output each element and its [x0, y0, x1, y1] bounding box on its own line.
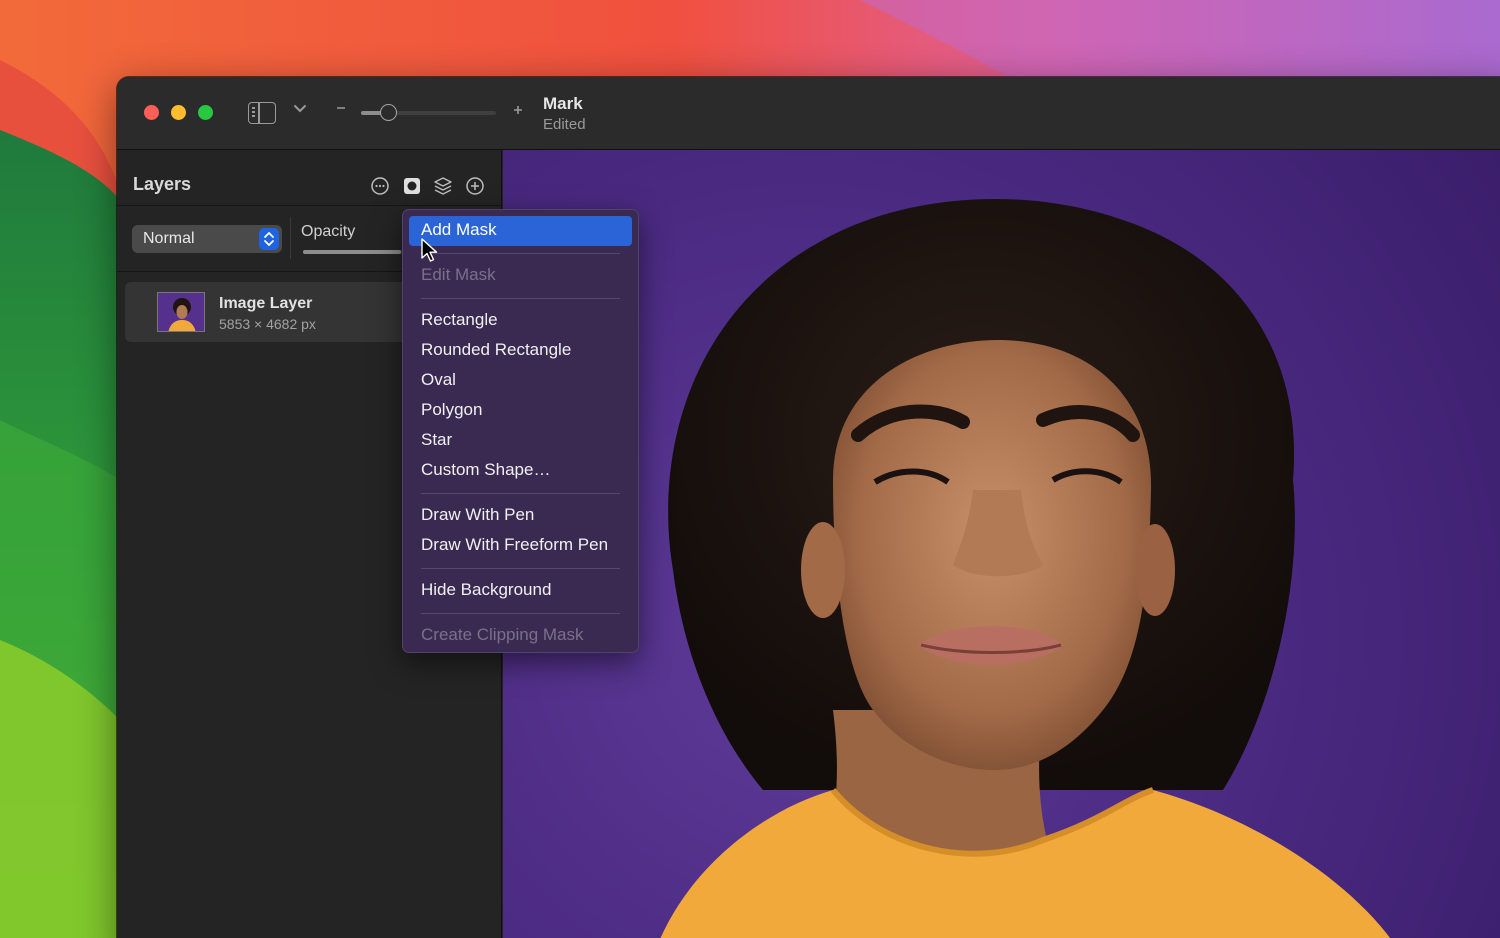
layers-stack-icon[interactable]: [433, 176, 453, 196]
menu-separator: [421, 298, 620, 299]
close-window-button[interactable]: [144, 105, 159, 120]
menu-item-add-mask[interactable]: Add Mask: [409, 216, 632, 246]
layer-dimensions: 5853 × 4682 px: [219, 316, 316, 332]
menu-item-polygon[interactable]: Polygon: [409, 396, 632, 426]
portrait-photo: [660, 198, 1391, 938]
blend-mode-select[interactable]: Normal: [132, 225, 282, 253]
layer-thumbnail: [157, 292, 205, 332]
menu-item-draw-with-pen[interactable]: Draw With Pen: [409, 501, 632, 531]
document-title: Mark: [543, 94, 583, 113]
menu-item-star[interactable]: Star: [409, 426, 632, 456]
opacity-label: Opacity: [301, 223, 356, 240]
menu-item-draw-with-freeform-pen[interactable]: Draw With Freeform Pen: [409, 531, 632, 561]
sidebar-toggle-icon[interactable]: [248, 102, 276, 124]
zoom-slider[interactable]: [361, 104, 496, 121]
menu-item-oval[interactable]: Oval: [409, 366, 632, 396]
menu-item-rectangle[interactable]: Rectangle: [409, 306, 632, 336]
add-layer-icon[interactable]: [465, 176, 485, 196]
zoom-slider-knob[interactable]: [380, 104, 397, 121]
minimize-window-button[interactable]: [171, 105, 186, 120]
menu-separator: [421, 568, 620, 569]
menu-separator: [421, 613, 620, 614]
blend-mode-value: Normal: [143, 230, 195, 247]
layers-panel-title: Layers: [133, 174, 192, 194]
app-window: Mark Edited Layers Normal Opacity Image …: [117, 77, 1500, 938]
more-options-icon[interactable]: [370, 176, 390, 196]
menu-item-hide-background[interactable]: Hide Background: [409, 576, 632, 606]
mask-icon[interactable]: [402, 176, 422, 196]
controls-divider: [290, 217, 291, 259]
menu-separator: [421, 253, 620, 254]
zoom-in-button[interactable]: [512, 100, 524, 121]
menu-item-rounded-rectangle[interactable]: Rounded Rectangle: [409, 336, 632, 366]
select-stepper-icon: [259, 228, 279, 250]
title-bar: Mark Edited: [117, 77, 1500, 150]
chevron-down-icon[interactable]: [293, 101, 307, 120]
zoom-out-button[interactable]: [335, 101, 347, 119]
opacity-slider-fill: [303, 250, 401, 254]
mouse-pointer-icon: [421, 238, 438, 262]
zoom-window-button[interactable]: [198, 105, 213, 120]
menu-separator: [421, 493, 620, 494]
menu-item-edit-mask: Edit Mask: [421, 265, 496, 284]
document-status: Edited: [543, 116, 586, 133]
layer-name: Image Layer: [219, 295, 313, 312]
add-mask-menu: Add Mask Edit Mask Rectangle Rounded Rec…: [402, 209, 639, 653]
image-canvas[interactable]: [503, 150, 1500, 938]
menu-item-custom-shape[interactable]: Custom Shape…: [409, 456, 632, 486]
layers-panel-header: Layers: [117, 150, 502, 206]
menu-item-create-clipping-mask: Create Clipping Mask: [421, 625, 584, 644]
